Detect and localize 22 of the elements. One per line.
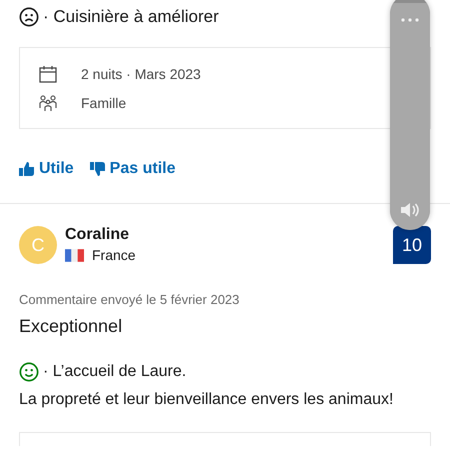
thumbs-up-icon: [19, 162, 35, 176]
stay-length: 2 nuits · Mars 2023: [81, 64, 201, 84]
thumbs-down-icon: [90, 162, 106, 176]
sad-face-icon: [19, 6, 39, 27]
more-icon[interactable]: [401, 18, 419, 22]
helpful-button[interactable]: Utile: [19, 156, 74, 180]
reviewer-name: Coraline: [65, 224, 130, 244]
smiley-icon: [19, 362, 39, 382]
review-date: Commentaire envoyé le 5 février 2023: [19, 290, 240, 309]
speaker-icon[interactable]: [400, 202, 420, 218]
review-score: 10: [393, 226, 431, 264]
traveler-type: Famille: [81, 94, 126, 112]
country-name: France: [92, 246, 136, 264]
review-title: Exceptionnel: [19, 315, 124, 338]
not-helpful-button[interactable]: Pas utile: [90, 156, 176, 180]
positive-comment: La propreté et leur bienveillance envers les animaux!: [19, 390, 394, 410]
flag-icon: [65, 248, 84, 262]
positive-comment: · L’accueil de Laure.: [43, 362, 186, 382]
negative-comment: · Cuisinière à améliorer: [43, 6, 219, 28]
calendar-icon: [39, 65, 57, 83]
group-icon: [39, 94, 57, 112]
avatar: C: [19, 226, 57, 264]
